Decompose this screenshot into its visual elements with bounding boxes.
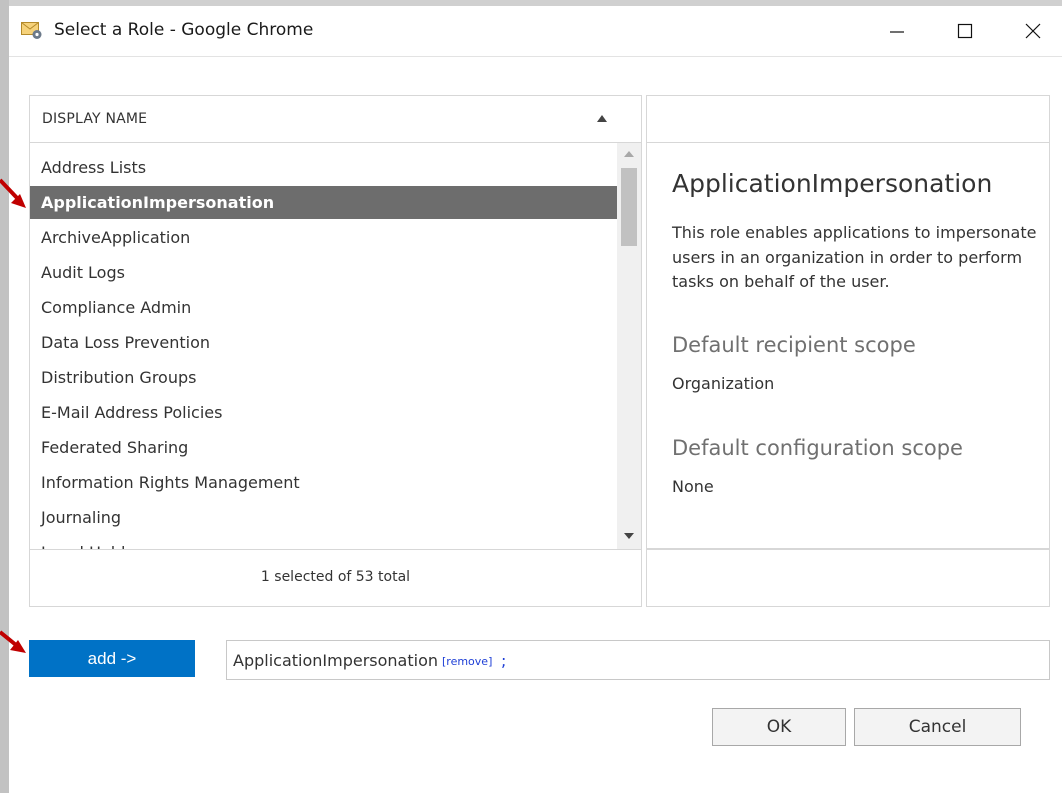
minimize-button[interactable] [871, 14, 923, 48]
display-name-column-header[interactable]: DISPLAY NAME [29, 95, 616, 143]
list-scrollbar[interactable] [617, 143, 641, 549]
selected-roles-field[interactable]: ApplicationImpersonation [remove] ; [226, 640, 1050, 680]
sort-ascending-icon[interactable] [597, 115, 607, 122]
close-icon [1025, 23, 1041, 39]
details-title: ApplicationImpersonation [672, 169, 993, 198]
role-list[interactable]: Address Lists ApplicationImpersonation A… [29, 143, 642, 549]
configuration-scope-value: None [672, 477, 714, 496]
scroll-thumb[interactable] [621, 168, 637, 246]
list-item[interactable]: Legal Hold [30, 536, 617, 549]
list-item[interactable]: Data Loss Prevention [30, 326, 617, 359]
details-panel: ApplicationImpersonation This role enabl… [646, 143, 1050, 549]
column-header-spacer [616, 95, 642, 143]
selected-role-name: ApplicationImpersonation [233, 651, 438, 670]
list-item[interactable]: Audit Logs [30, 256, 617, 289]
list-footer: 1 selected of 53 total [29, 549, 642, 607]
selection-count: 1 selected of 53 total [260, 569, 411, 585]
ok-button[interactable]: OK [712, 708, 846, 746]
list-item-selected[interactable]: ApplicationImpersonation [30, 186, 617, 219]
list-item[interactable]: E-Mail Address Policies [30, 396, 617, 429]
scroll-down-icon[interactable] [624, 533, 634, 539]
column-header-label: DISPLAY NAME [42, 111, 148, 127]
list-item[interactable]: Compliance Admin [30, 291, 617, 324]
window-frame-left [0, 0, 9, 793]
list-item[interactable]: ArchiveApplication [30, 221, 617, 254]
recipient-scope-value: Organization [672, 374, 775, 393]
list-item[interactable]: Journaling [30, 501, 617, 534]
add-button[interactable]: add -> [29, 640, 195, 677]
list-item[interactable]: Federated Sharing [30, 431, 617, 464]
title-bar[interactable]: Select a Role - Google Chrome [9, 6, 1062, 57]
maximize-button[interactable] [939, 14, 991, 48]
details-header [646, 95, 1050, 143]
selection-separator: ; [501, 651, 507, 670]
cancel-button[interactable]: Cancel [854, 708, 1021, 746]
recipient-scope-heading: Default recipient scope [672, 333, 916, 357]
list-item[interactable]: Address Lists [30, 151, 617, 184]
configuration-scope-heading: Default configuration scope [672, 436, 963, 460]
minimize-icon [890, 31, 904, 33]
close-button[interactable] [1007, 14, 1059, 48]
details-description: This role enables applications to impers… [672, 223, 1037, 291]
list-item[interactable]: Distribution Groups [30, 361, 617, 394]
role-envelope-gear-icon [21, 22, 42, 39]
scroll-up-icon[interactable] [624, 151, 634, 157]
details-footer [646, 549, 1050, 607]
window-title: Select a Role - Google Chrome [54, 20, 314, 40]
list-item[interactable]: Information Rights Management [30, 466, 617, 499]
remove-link[interactable]: [remove] [442, 655, 492, 668]
maximize-icon [957, 23, 973, 39]
